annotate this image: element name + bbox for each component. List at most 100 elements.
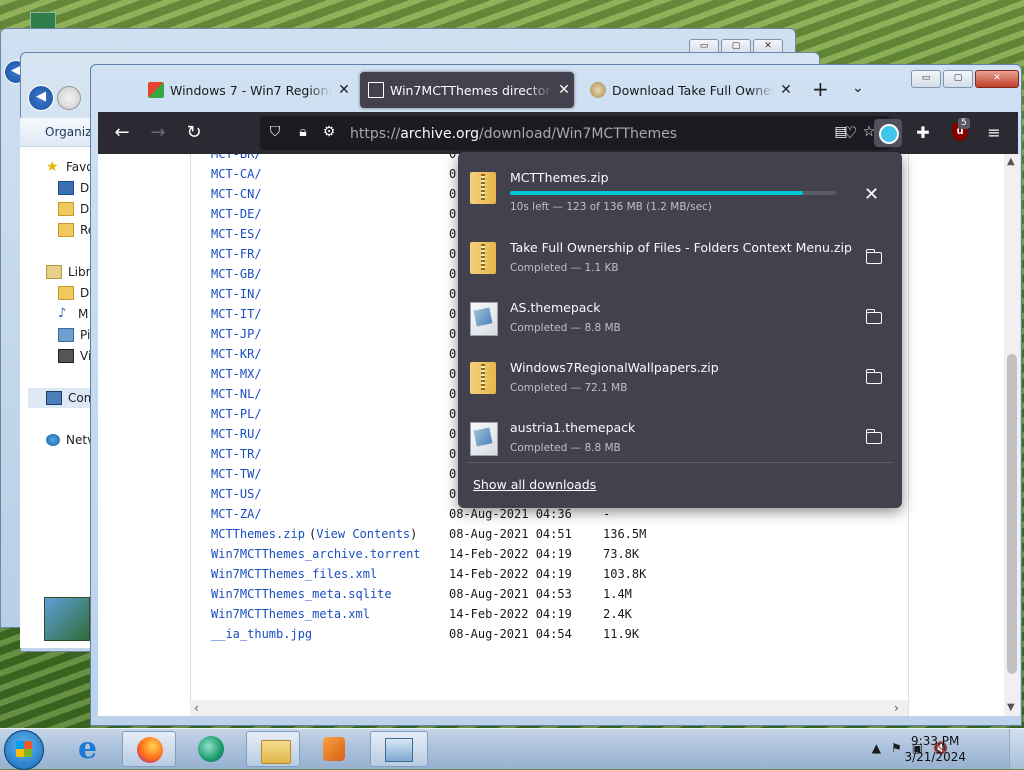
taskbar-remote-desktop-icon[interactable] bbox=[370, 731, 428, 767]
vertical-scrollbar[interactable]: ▲ ▼ bbox=[1004, 154, 1020, 716]
videos-icon bbox=[58, 349, 74, 363]
file-date: 0 bbox=[449, 387, 457, 401]
downloads-button[interactable] bbox=[874, 119, 902, 147]
horizontal-scrollbar[interactable]: ‹ › bbox=[190, 700, 908, 716]
forward-button[interactable]: → bbox=[147, 123, 169, 143]
nav-network[interactable]: Netv bbox=[46, 433, 94, 447]
view-contents-link[interactable]: View Contents bbox=[316, 527, 410, 541]
file-date: 0 bbox=[449, 207, 457, 221]
minimize-button[interactable]: ▭ bbox=[911, 70, 941, 88]
file-date: 08-Aug-2021 04:53 bbox=[449, 587, 572, 601]
new-tab-button[interactable]: + bbox=[812, 79, 829, 99]
download-filename: MCTThemes.zip bbox=[510, 170, 609, 185]
explorer-back-button[interactable]: ◀ bbox=[28, 85, 54, 111]
taskbar-explorer-icon[interactable] bbox=[246, 731, 300, 767]
taskbar-internet-explorer-icon[interactable] bbox=[64, 731, 118, 767]
nav-videos[interactable]: Vi bbox=[58, 349, 91, 363]
extensions-icon[interactable]: ✚ bbox=[913, 123, 933, 142]
file-link[interactable]: MCT-BR/ bbox=[211, 154, 262, 161]
scroll-down-icon[interactable]: ▼ bbox=[1007, 702, 1015, 713]
show-in-folder-icon[interactable] bbox=[865, 249, 882, 264]
file-link[interactable]: MCT-NL/ bbox=[211, 387, 262, 401]
maximize-button[interactable]: ▢ bbox=[943, 70, 973, 88]
show-in-folder-icon[interactable] bbox=[865, 429, 882, 444]
nav-pictures[interactable]: Pi bbox=[58, 328, 90, 342]
permissions-icon[interactable]: ⚙ bbox=[320, 124, 338, 140]
menu-icon[interactable]: ≡ bbox=[984, 123, 1004, 142]
file-link[interactable]: MCT-ES/ bbox=[211, 227, 262, 241]
taskbar-edge-icon[interactable] bbox=[184, 731, 238, 767]
scroll-right-icon[interactable]: › bbox=[894, 701, 899, 715]
file-link[interactable]: MCT-FR/ bbox=[211, 247, 262, 261]
show-in-folder-icon[interactable] bbox=[865, 369, 882, 384]
page-left-margin bbox=[98, 154, 191, 716]
reload-button[interactable]: ↻ bbox=[183, 123, 205, 143]
tab-strip: Windows 7 - Win7 Regional Themes ✕ Win7M… bbox=[140, 72, 880, 108]
file-link[interactable]: MCT-RU/ bbox=[211, 427, 262, 441]
file-link[interactable]: MCT-KR/ bbox=[211, 347, 262, 361]
tab-download-take-ownership[interactable]: Download Take Full Ownership ✕ bbox=[588, 72, 800, 108]
download-item[interactable]: austria1.themepack Completed — 8.8 MB bbox=[458, 408, 902, 468]
file-link[interactable]: MCT-TW/ bbox=[211, 467, 262, 481]
show-desktop-button[interactable] bbox=[1009, 729, 1024, 769]
nav-computer[interactable]: Com bbox=[46, 391, 95, 405]
download-filename: Take Full Ownership of Files - Folders C… bbox=[510, 240, 852, 255]
file-link[interactable]: MCT-JP/ bbox=[211, 327, 262, 341]
file-link[interactable]: MCT-MX/ bbox=[211, 367, 262, 381]
download-item[interactable]: AS.themepack Completed — 8.8 MB bbox=[458, 288, 902, 348]
registry-editor-icon[interactable] bbox=[44, 597, 90, 641]
file-link[interactable]: Win7MCTThemes_archive.torrent bbox=[211, 547, 421, 561]
nav-music[interactable]: ♪ M bbox=[58, 307, 88, 321]
url-bar[interactable]: ⛉ 🔒︎ ⚙ https://archive.org/download/Win7… bbox=[260, 116, 890, 150]
nav-favorites[interactable]: ★ Favo bbox=[46, 160, 94, 174]
clock-time: 9:33 PM bbox=[911, 734, 960, 748]
url-text[interactable]: https://archive.org/download/Win7MCTThem… bbox=[350, 126, 677, 142]
close-tab-icon[interactable]: ✕ bbox=[336, 82, 352, 98]
lock-icon[interactable]: 🔒︎ bbox=[294, 124, 312, 140]
download-item[interactable]: Windows7RegionalWallpapers.zip Completed… bbox=[458, 348, 902, 408]
file-link[interactable]: MCT-US/ bbox=[211, 487, 262, 501]
file-link[interactable]: Win7MCTThemes_meta.sqlite bbox=[211, 587, 392, 601]
file-link[interactable]: MCT-ZA/ bbox=[211, 507, 262, 521]
scroll-left-icon[interactable]: ‹ bbox=[194, 701, 199, 715]
show-hidden-icons-icon[interactable]: ▲ bbox=[872, 741, 881, 755]
explorer-forward-button[interactable] bbox=[57, 86, 81, 110]
download-item[interactable]: MCTThemes.zip 10s left — 123 of 136 MB (… bbox=[458, 158, 902, 218]
pocket-icon[interactable]: ♡ bbox=[840, 123, 860, 142]
shield-icon[interactable]: ⛉ bbox=[266, 124, 284, 140]
download-item[interactable]: Take Full Ownership of Files - Folders C… bbox=[458, 228, 902, 288]
file-link[interactable]: MCT-IN/ bbox=[211, 287, 262, 301]
download-status: Completed — 1.1 KB bbox=[510, 262, 619, 274]
file-link[interactable]: MCT-DE/ bbox=[211, 207, 262, 221]
start-button[interactable] bbox=[4, 730, 44, 770]
file-link[interactable]: Win7MCTThemes_meta.xml bbox=[211, 607, 370, 621]
explorer-navigation-pane bbox=[20, 118, 93, 648]
close-button[interactable]: ✕ bbox=[975, 70, 1019, 88]
tab-windows7-themes[interactable]: Windows 7 - Win7 Regional Themes ✕ bbox=[140, 72, 358, 108]
list-all-tabs-button[interactable]: ⌄ bbox=[852, 80, 864, 96]
scroll-up-icon[interactable]: ▲ bbox=[1007, 156, 1015, 167]
scrollbar-thumb[interactable] bbox=[1007, 354, 1017, 674]
file-date: 0 bbox=[449, 267, 457, 281]
taskbar: ▲ ⚑ ▣ 🔇 9:33 PM 3/21/2024 bbox=[0, 728, 1024, 770]
file-link[interactable]: MCT-IT/ bbox=[211, 307, 262, 321]
file-link[interactable]: MCT-CN/ bbox=[211, 187, 262, 201]
file-link[interactable]: MCTThemes.zip bbox=[211, 527, 305, 541]
taskbar-media-player-icon[interactable] bbox=[306, 731, 360, 767]
show-all-downloads-button[interactable]: Show all downloads bbox=[473, 477, 596, 492]
tab-win7mctthemes-directory[interactable]: Win7MCTThemes directory listing ✕ bbox=[360, 72, 574, 108]
taskbar-firefox-icon[interactable] bbox=[122, 731, 176, 767]
file-link[interactable]: MCT-PL/ bbox=[211, 407, 262, 421]
action-center-flag-icon[interactable]: ⚑ bbox=[891, 741, 902, 755]
file-link[interactable]: __ia_thumb.jpg bbox=[211, 627, 312, 641]
file-link[interactable]: MCT-TR/ bbox=[211, 447, 262, 461]
file-link[interactable]: MCT-GB/ bbox=[211, 267, 262, 281]
show-in-folder-icon[interactable] bbox=[865, 309, 882, 324]
file-link[interactable]: Win7MCTThemes_files.xml bbox=[211, 567, 377, 581]
cancel-download-icon[interactable]: ✕ bbox=[864, 184, 879, 205]
clock[interactable]: 9:33 PM 3/21/2024 bbox=[904, 733, 966, 765]
close-tab-icon[interactable]: ✕ bbox=[556, 82, 572, 98]
file-link[interactable]: MCT-CA/ bbox=[211, 167, 262, 181]
close-tab-icon[interactable]: ✕ bbox=[778, 82, 794, 98]
back-button[interactable]: ← bbox=[111, 123, 133, 143]
